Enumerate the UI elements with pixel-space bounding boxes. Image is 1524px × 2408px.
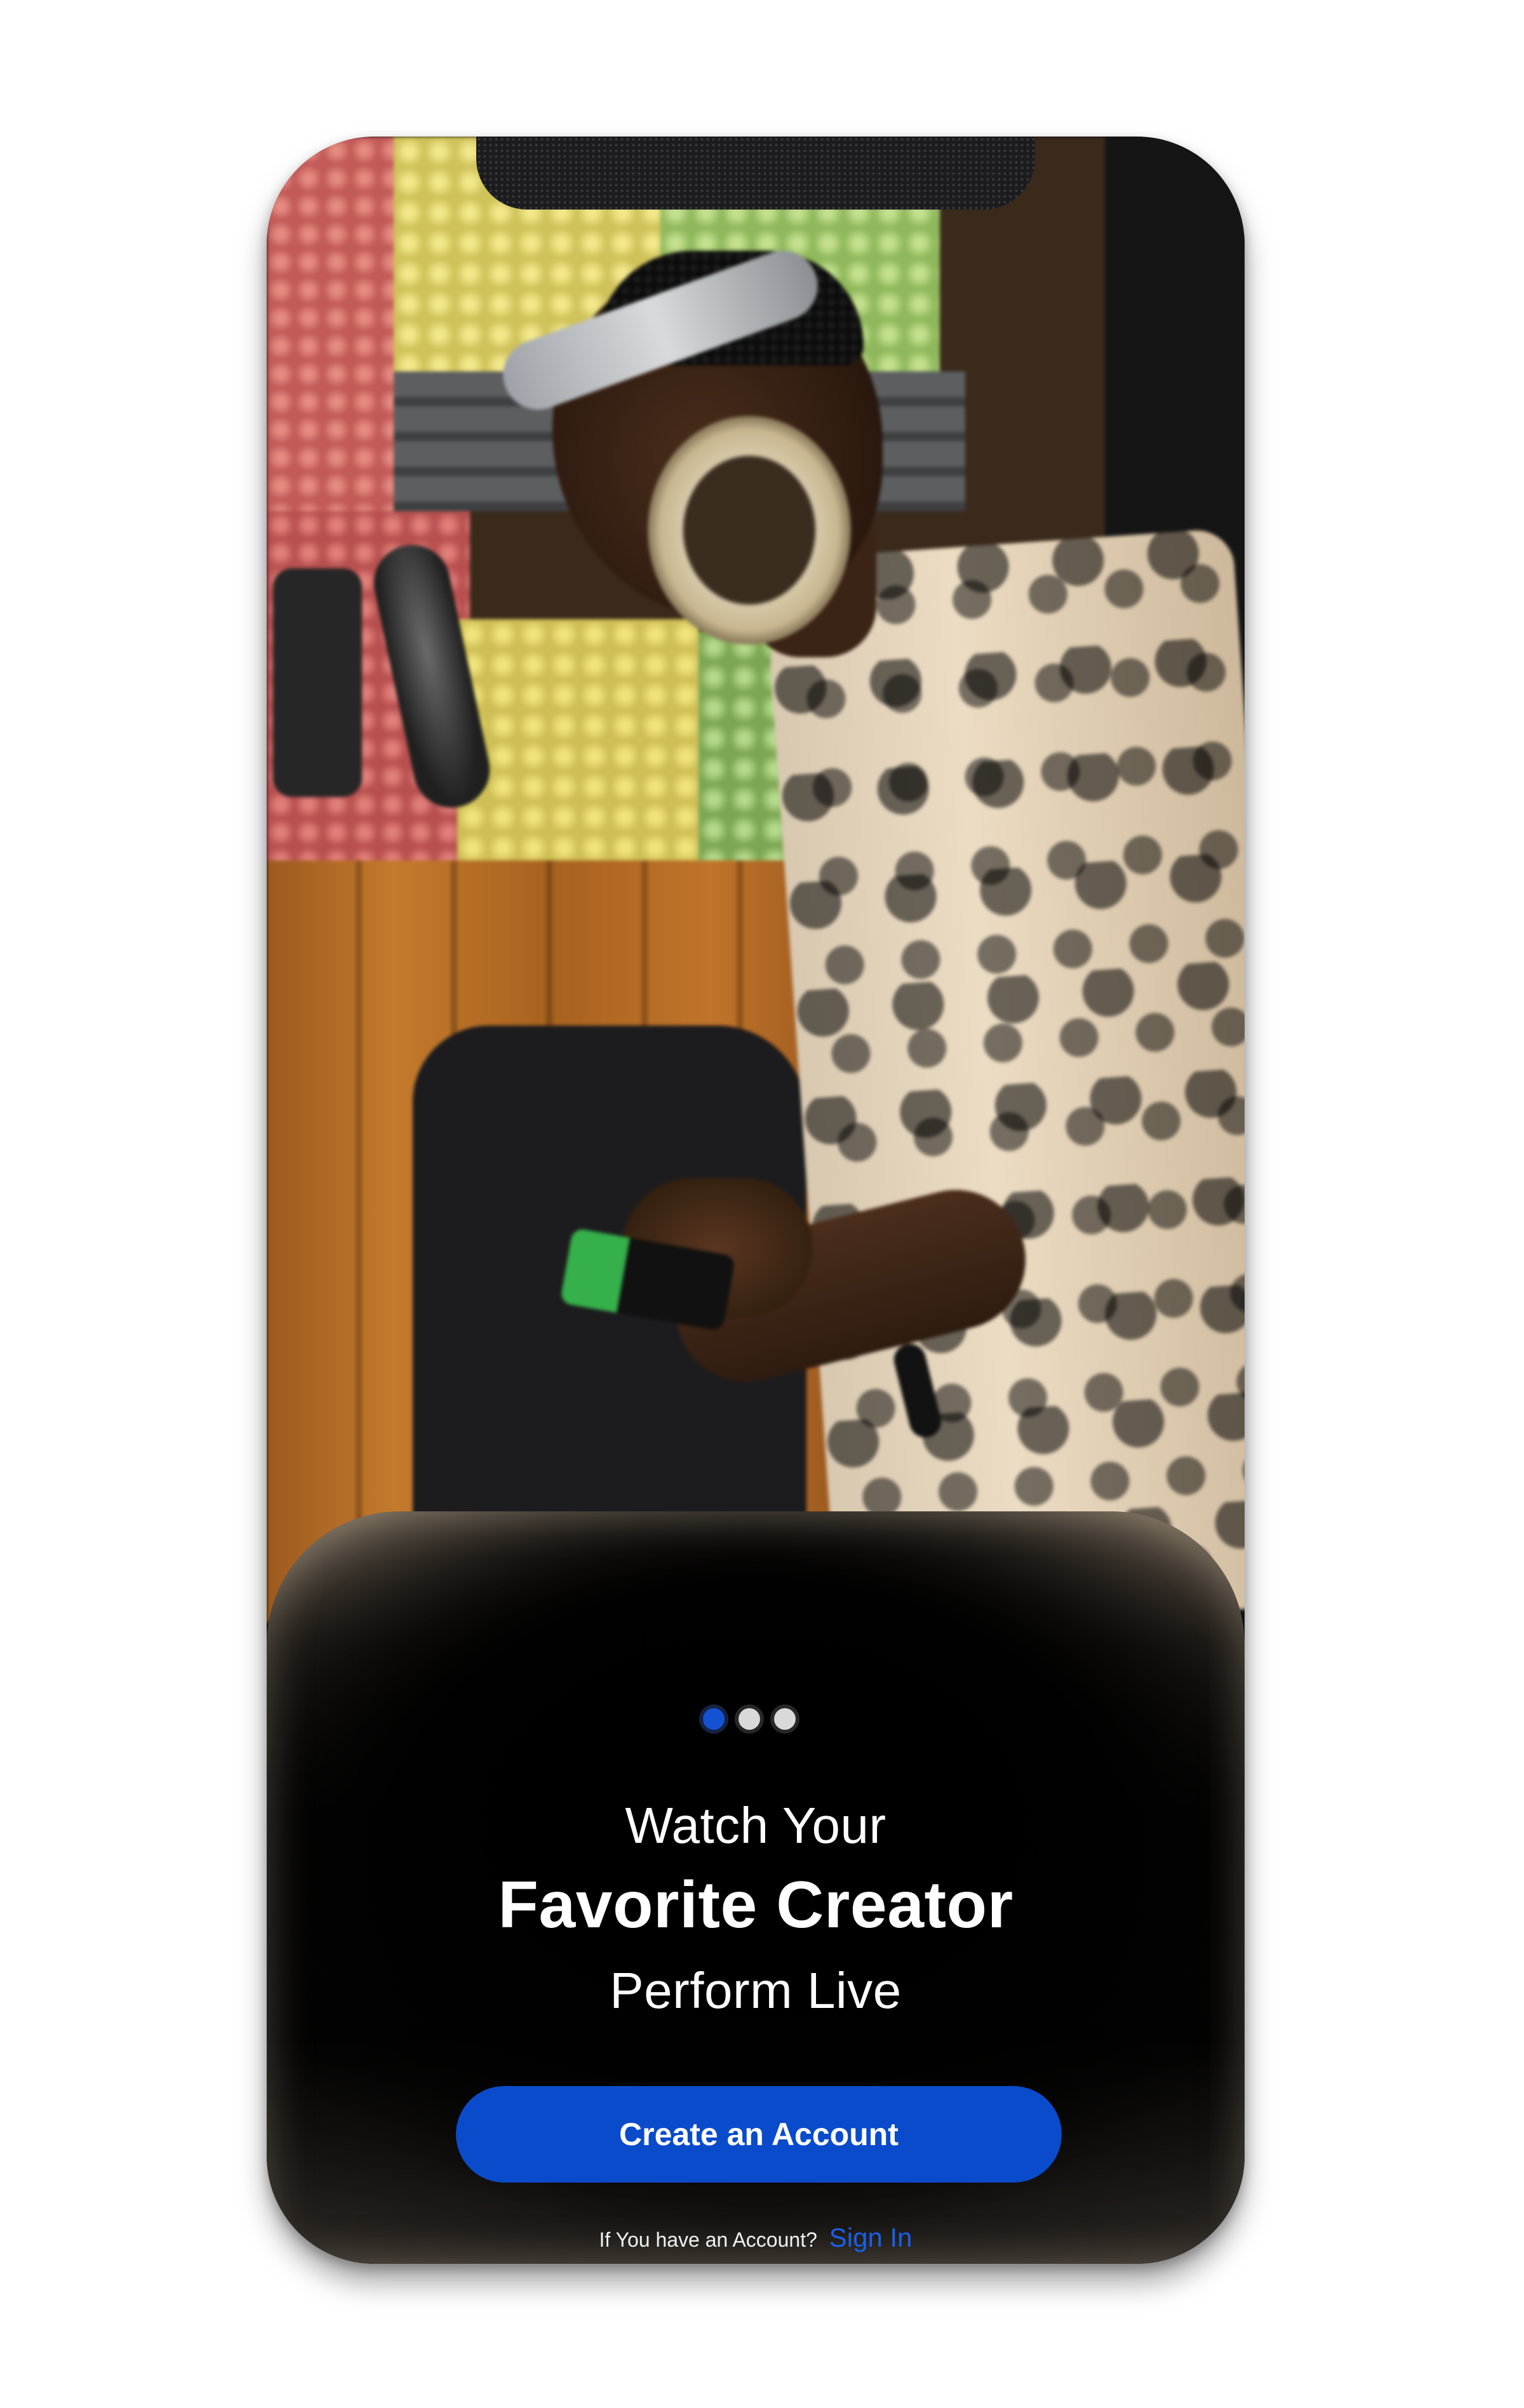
headline-line-2: Favorite Creator xyxy=(498,1868,1013,1942)
headline-line-3: Perform Live xyxy=(610,1962,902,2019)
signin-prompt: If You have an Account? xyxy=(599,2228,817,2251)
pager-dot-3[interactable] xyxy=(774,1708,796,1730)
hero-photo xyxy=(267,137,1245,1638)
pager-dot-2[interactable] xyxy=(739,1708,760,1730)
pager-dot-1[interactable] xyxy=(703,1708,725,1730)
pager-dots xyxy=(267,1708,1238,1730)
headline-line-1: Watch Your xyxy=(625,1797,886,1854)
onboarding-sheet: Watch Your Favorite Creator Perform Live… xyxy=(267,1511,1245,2264)
headphone-earcup xyxy=(648,416,851,645)
phone-frame: Watch Your Favorite Creator Perform Live… xyxy=(267,137,1245,2264)
signin-row: If You have an Account? Sign In xyxy=(267,2223,1245,2253)
signin-link[interactable]: Sign In xyxy=(829,2223,912,2252)
create-account-button[interactable]: Create an Account xyxy=(456,2086,1062,2183)
headline: Watch Your Favorite Creator Perform Live xyxy=(267,1794,1245,2029)
patterned-shirt xyxy=(763,528,1245,1638)
device-notch xyxy=(476,137,1035,210)
mic-stand xyxy=(273,568,362,797)
